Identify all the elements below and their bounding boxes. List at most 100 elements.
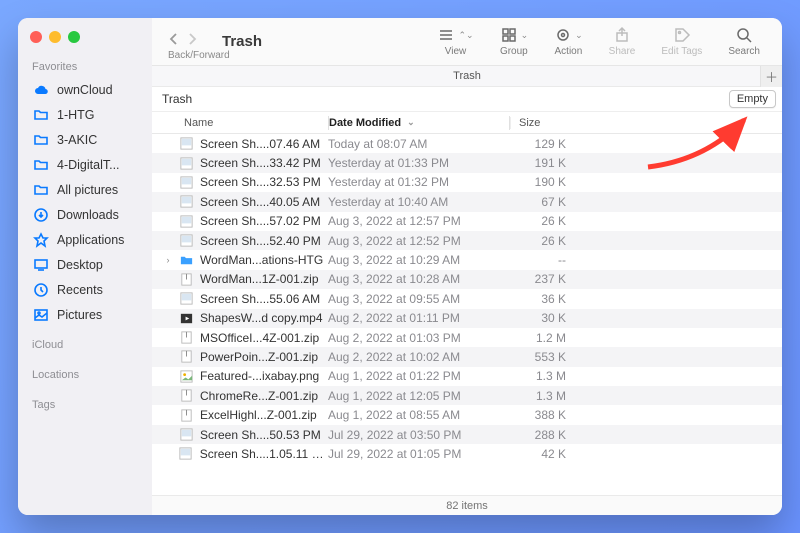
table-row[interactable]: Screen Sh....32.53 PMYesterday at 01:32 … (152, 173, 782, 192)
search-button[interactable]: Search (720, 26, 768, 57)
window-title: Trash (222, 33, 262, 50)
group-label: Group (500, 46, 528, 57)
file-icon (178, 252, 194, 268)
group-menu[interactable]: ⌄ Group (492, 26, 537, 57)
file-size: 191 K (508, 156, 578, 170)
file-date: Aug 3, 2022 at 12:52 PM (328, 234, 508, 248)
sidebar-item-3-akic[interactable]: 3-AKIC (18, 127, 152, 152)
file-name: Screen Sh....1.05.11 PM (200, 447, 328, 461)
toolbar: Trash ⌃⌄ View ⌄ Group ⌄ Action Share Edi… (152, 18, 782, 66)
finder-window: Favorites ownCloud1-HTG3-AKIC4-DigitalT.… (18, 18, 782, 515)
table-row[interactable]: Screen Sh....57.02 PM Aug 3, 2022 at 12:5… (152, 212, 782, 231)
sidebar-item-downloads[interactable]: Downloads (18, 202, 152, 227)
edit-tags-button[interactable]: Edit Tags (653, 26, 710, 57)
list-view-icon (437, 26, 455, 44)
action-menu[interactable]: ⌄ Action (546, 26, 591, 57)
sidebar-item-label: 3-AKIC (57, 133, 97, 147)
table-row[interactable]: Screen Sh....07.46 AMToday at 08:07 AM12… (152, 134, 782, 153)
file-icon (178, 368, 194, 384)
chevron-updown-icon: ⌃⌄ (458, 30, 473, 41)
zoom-window-button[interactable] (68, 31, 80, 43)
column-header-size[interactable]: Size (510, 117, 580, 129)
file-icon (178, 349, 194, 365)
file-size: 388 K (508, 408, 578, 422)
column-header-name[interactable]: Name (152, 117, 328, 129)
file-icon (178, 330, 194, 346)
table-row[interactable]: ChromeRe...Z-001.zipAug 1, 2022 at 12:05… (152, 386, 782, 405)
sidebar-item-all-pictures[interactable]: All pictures (18, 177, 152, 202)
table-row[interactable]: Screen Sh....40.05 AMYesterday at 10:40 … (152, 192, 782, 211)
close-window-button[interactable] (30, 31, 42, 43)
chevron-down-icon: ⌄ (575, 30, 583, 41)
sidebar: Favorites ownCloud1-HTG3-AKIC4-DigitalT.… (18, 18, 152, 515)
sidebar-item-pictures[interactable]: Pictures (18, 302, 152, 327)
file-list[interactable]: Screen Sh....07.46 AMToday at 08:07 AM12… (152, 134, 782, 495)
gear-icon (554, 26, 572, 44)
file-name: ExcelHighl...Z-001.zip (200, 408, 317, 422)
table-row[interactable]: Screen Sh....1.05.11 PMJul 29, 2022 at 0… (152, 444, 782, 463)
table-row[interactable]: Screen Sh....55.06 AMAug 3, 2022 at 09:5… (152, 289, 782, 308)
action-label: Action (555, 46, 583, 57)
folder-icon (32, 131, 49, 148)
table-row[interactable]: Featured-...ixabay.pngAug 1, 2022 at 01:… (152, 367, 782, 386)
nav-buttons (166, 31, 200, 52)
desktop-icon (32, 256, 49, 273)
table-row[interactable]: ›WordMan...ations-HTGAug 3, 2022 at 10:2… (152, 250, 782, 269)
folder-icon (32, 156, 49, 173)
grid-icon (500, 26, 518, 44)
file-name: Featured-...ixabay.png (200, 369, 319, 383)
file-icon (178, 310, 194, 326)
table-row[interactable]: ShapesW...d copy.mp4Aug 2, 2022 at 01:11… (152, 309, 782, 328)
path-label[interactable]: Trash (453, 70, 481, 82)
table-row[interactable]: Screen Sh....33.42 PMYesterday at 01:33 … (152, 153, 782, 172)
file-name: ChromeRe...Z-001.zip (200, 389, 318, 403)
file-name: Screen Sh....57.02 PM (200, 214, 321, 228)
sidebar-item-label: Downloads (57, 208, 119, 222)
file-size: -- (508, 253, 578, 267)
minimize-window-button[interactable] (49, 31, 61, 43)
file-icon (178, 136, 194, 152)
search-icon (735, 26, 753, 44)
sidebar-item-1-htg[interactable]: 1-HTG (18, 102, 152, 127)
sidebar-item-desktop[interactable]: Desktop (18, 252, 152, 277)
file-icon (178, 446, 194, 462)
file-size: 26 K (508, 234, 578, 248)
table-row[interactable]: MSOfficeI...4Z-001.zipAug 2, 2022 at 01:… (152, 328, 782, 347)
new-tab-button[interactable]: ＋ (760, 66, 782, 87)
back-button[interactable] (166, 31, 182, 52)
file-size: 1.2 M (508, 331, 578, 345)
share-button[interactable]: Share (601, 26, 644, 57)
location-label: Trash (162, 92, 192, 106)
table-row[interactable]: WordMan...1Z-001.zipAug 3, 2022 at 10:28… (152, 270, 782, 289)
main-area: Trash ⌃⌄ View ⌄ Group ⌄ Action Share Edi… (152, 18, 782, 515)
sidebar-item-owncloud[interactable]: ownCloud (18, 77, 152, 102)
column-header-date[interactable]: Date Modified⌄ (329, 117, 509, 129)
file-date: Yesterday at 10:40 AM (328, 195, 508, 209)
share-label: Share (609, 46, 636, 57)
file-date: Aug 3, 2022 at 12:57 PM (328, 214, 508, 228)
empty-trash-button[interactable]: Empty (729, 90, 776, 108)
share-icon (613, 26, 631, 44)
view-menu[interactable]: ⌃⌄ View (429, 26, 481, 57)
table-row[interactable]: ExcelHighl...Z-001.zipAug 1, 2022 at 08:… (152, 405, 782, 424)
file-size: 42 K (508, 447, 578, 461)
sidebar-item-4-digitalt-[interactable]: 4-DigitalT... (18, 152, 152, 177)
file-size: 67 K (508, 195, 578, 209)
folder-icon (32, 181, 49, 198)
file-name: Screen Sh....52.40 PM (200, 234, 321, 248)
file-name: PowerPoin...Z-001.zip (200, 350, 318, 364)
file-icon (178, 233, 194, 249)
file-name: Screen Sh....33.42 PM (200, 156, 321, 170)
table-row[interactable]: Screen Sh....50.53 PMJul 29, 2022 at 03:… (152, 425, 782, 444)
forward-button[interactable] (184, 31, 200, 52)
table-row[interactable]: PowerPoin...Z-001.zipAug 2, 2022 at 10:0… (152, 347, 782, 366)
disclosure-icon[interactable]: › (164, 255, 172, 265)
file-date: Aug 3, 2022 at 10:28 AM (328, 272, 508, 286)
file-name: Screen Sh....55.06 AM (200, 292, 320, 306)
location-bar: Trash Empty (152, 87, 782, 112)
table-row[interactable]: Screen Sh....52.40 PM Aug 3, 2022 at 12:5… (152, 231, 782, 250)
sidebar-item-recents[interactable]: Recents (18, 277, 152, 302)
pictures-icon (32, 306, 49, 323)
sidebar-item-applications[interactable]: Applications (18, 227, 152, 252)
file-size: 129 K (508, 137, 578, 151)
